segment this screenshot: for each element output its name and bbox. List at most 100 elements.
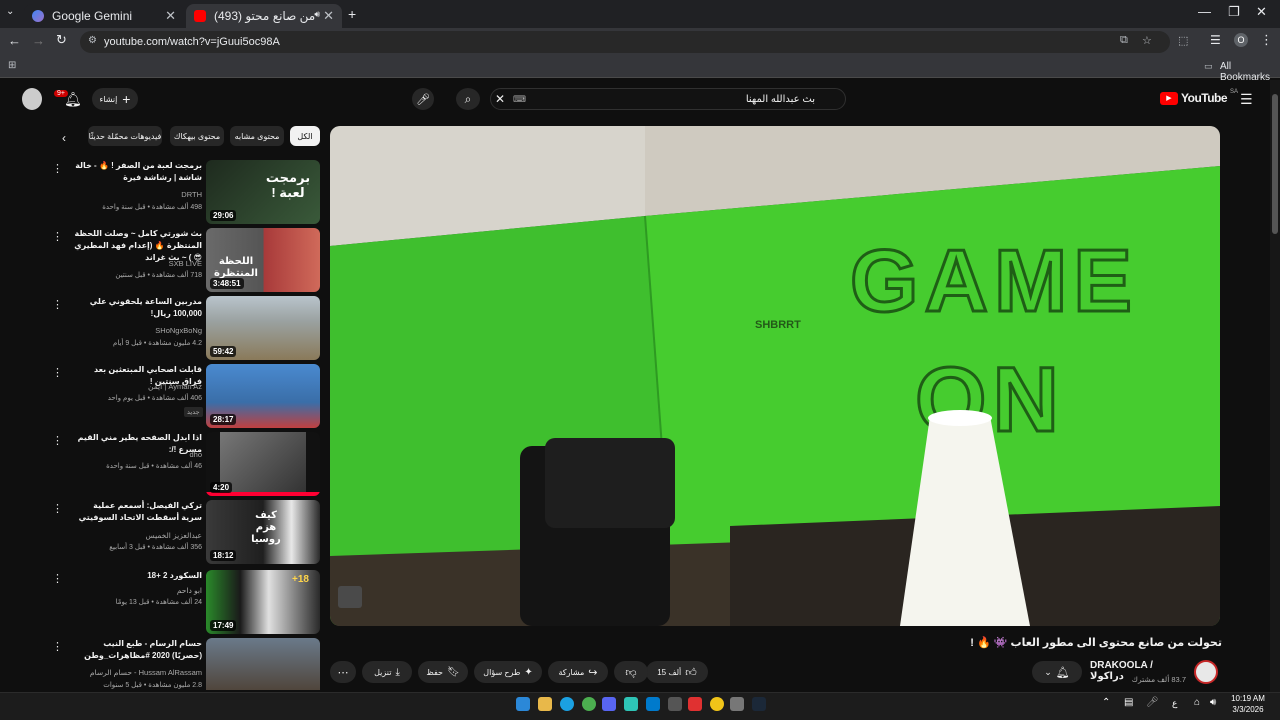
discord-icon[interactable]: [602, 697, 616, 711]
menu-kebab-icon[interactable]: ⋮: [1260, 32, 1273, 48]
steam-icon[interactable]: [752, 697, 766, 711]
apps-grid-icon[interactable]: ⊞: [8, 60, 16, 71]
dislike-button[interactable]: 👎︎: [614, 661, 648, 683]
search-input[interactable]: بث عبدالله المهنا ✕ ⌨: [490, 88, 846, 110]
more-options-icon[interactable]: ⋮: [52, 366, 63, 379]
more-options-icon[interactable]: ⋮: [52, 434, 63, 447]
like-button[interactable]: 15 ألف 👍︎: [646, 661, 708, 683]
scrollbar-thumb[interactable]: [1272, 94, 1278, 234]
address-bar[interactable]: ⚙︎ youtube.com/watch?v=jGuui5oc98A ⧉ ☆ ⬚: [80, 31, 1188, 53]
app-icon[interactable]: [624, 697, 638, 711]
chip-recently-uploaded[interactable]: فيديوهات محمّلة حديثًا: [88, 126, 162, 146]
system-clock[interactable]: 10:19 AM 3/3/2026: [1226, 693, 1270, 715]
profile-avatar[interactable]: O: [1234, 33, 1248, 47]
adobe-icon[interactable]: [688, 697, 702, 711]
minimize-icon[interactable]: —: [1198, 4, 1211, 19]
tab-search-icon[interactable]: ⌄: [6, 6, 14, 17]
keyboard-icon[interactable]: ⌨: [513, 94, 526, 105]
list-item[interactable]: 4:20 اذا ابدل الصفحه يطير مني القيم مسرع…: [48, 432, 320, 496]
more-actions-button[interactable]: ⋯: [330, 661, 356, 683]
more-options-icon[interactable]: ⋮: [52, 640, 63, 653]
microphone-icon[interactable]: 🎤︎: [1146, 697, 1159, 708]
windows-start-icon[interactable]: [516, 697, 530, 711]
maximize-icon[interactable]: ❐: [1228, 4, 1240, 20]
list-item[interactable]: برمجت لعبة ! 29:06 برمجت لعبة من الصفر !…: [48, 160, 320, 224]
reload-icon[interactable]: ↻: [56, 32, 67, 48]
site-info-icon[interactable]: ⚙︎: [88, 35, 97, 46]
language-indicator[interactable]: ع: [1172, 698, 1177, 709]
channel-name[interactable]: dho: [72, 450, 202, 459]
settings-icon[interactable]: [668, 697, 682, 711]
hamburger-menu-icon[interactable]: ☰: [1240, 91, 1253, 108]
subscriber-count: 83.7 ألف مشترك: [1131, 675, 1186, 684]
thumbnail[interactable]: [206, 638, 320, 690]
list-item[interactable]: 28:17 قابلت اصحابي المبتعثين بعد فراق سن…: [48, 364, 320, 428]
window-close-icon[interactable]: ✕: [1256, 4, 1267, 20]
save-button[interactable]: حفظ 🔖︎: [418, 661, 468, 683]
network-icon[interactable]: ⌂: [1194, 697, 1200, 708]
channel-name[interactable]: SHoNgxBoNg: [72, 326, 202, 335]
channel-name[interactable]: Ayman Az | أيمن: [72, 382, 202, 391]
gemini-icon: [32, 10, 44, 22]
like-count: 15 ألف: [657, 667, 682, 677]
app-icon[interactable]: [710, 697, 724, 711]
tab-google-gemini[interactable]: Google Gemini ✕: [24, 4, 184, 28]
search-button[interactable]: ⌕: [456, 88, 480, 110]
video-player[interactable]: GAME ON SHBRRT: [330, 126, 1220, 626]
duration-badge: 29:06: [210, 210, 237, 221]
cast-icon[interactable]: ⧉: [1120, 34, 1128, 47]
bookmark-star-icon[interactable]: ☆: [1142, 34, 1152, 47]
file-explorer-icon[interactable]: [538, 697, 552, 711]
chip-similar[interactable]: محتوى مشابه: [230, 126, 284, 146]
channel-name[interactable]: DRTH: [72, 190, 202, 199]
forward-icon[interactable]: →: [32, 33, 45, 48]
channel-name[interactable]: عبدالعزيز الخميس: [72, 531, 202, 540]
channel-name[interactable]: Hussam AlRassam - حسام الرسام: [72, 668, 202, 677]
tab-youtube[interactable]: (493) تحولت من صانع محتو 🔊︎ ✕: [186, 4, 342, 28]
tray-app-icon[interactable]: ▤: [1124, 697, 1133, 708]
channel-name[interactable]: SXB LIVE: [72, 259, 202, 268]
share-button[interactable]: مشاركة ↪: [548, 661, 608, 683]
back-icon[interactable]: ←: [8, 33, 21, 48]
list-item[interactable]: 59:42 مدربين الساعة يلحقوني علي 100,000 …: [48, 296, 320, 360]
vscode-icon[interactable]: [646, 697, 660, 711]
list-item[interactable]: اللحظة المنتظرة 3:48:51 بث شورتي كامل ~ …: [48, 228, 320, 292]
chip-related[interactable]: محتوى بيهكاك: [170, 126, 224, 146]
more-options-icon[interactable]: ⋮: [52, 502, 63, 515]
close-icon[interactable]: ✕: [495, 92, 505, 106]
clock-date: 3/3/2026: [1232, 705, 1264, 714]
new-tab-icon[interactable]: +: [348, 6, 356, 22]
chevron-left-icon[interactable]: ‹: [62, 131, 66, 145]
video-title: تركي الفيصل: أسمعم عملية سرية أسقطت الات…: [78, 501, 202, 522]
list-item[interactable]: حسام الرسام - طبع النيب (حصريًا) 2020 #م…: [48, 638, 320, 690]
reading-list-icon[interactable]: ☰: [1210, 33, 1221, 47]
channel-name[interactable]: ابو داحم: [72, 586, 202, 595]
extensions-icon[interactable]: ⬚: [1178, 34, 1188, 47]
speaker-icon[interactable]: 🔊︎: [314, 9, 320, 20]
chip-all[interactable]: الكل: [290, 126, 320, 146]
list-item[interactable]: +18 17:49 السكورد 2 +18 ابو داحم 24 ألف …: [48, 570, 320, 634]
chrome-icon[interactable]: [582, 697, 596, 711]
more-options-icon[interactable]: ⋮: [52, 230, 63, 243]
subscribed-button[interactable]: ⌄ 🔔︎: [1032, 661, 1082, 683]
tray-chevron-icon[interactable]: ⌃: [1102, 697, 1110, 708]
more-options-icon[interactable]: ⋮: [52, 298, 63, 311]
youtube-favicon-icon: [194, 10, 206, 22]
download-button[interactable]: تنزيل ⤓: [362, 661, 412, 683]
volume-icon[interactable]: 🔊︎: [1210, 697, 1216, 708]
list-item[interactable]: كيف هزم روسيا 18:12 تركي الفيصل: أسمعم ع…: [48, 500, 320, 564]
close-tab-icon[interactable]: ✕: [323, 8, 334, 24]
edge-icon[interactable]: [560, 697, 574, 711]
video-meta: 4.2 مليون مشاهدة • قبل 9 أيام: [113, 340, 202, 347]
download-label: تنزيل: [374, 667, 392, 677]
app-icon[interactable]: [730, 697, 744, 711]
channel-avatar[interactable]: [1194, 660, 1218, 684]
more-options-icon[interactable]: ⋮: [52, 162, 63, 175]
user-avatar[interactable]: [22, 88, 42, 110]
close-tab-icon[interactable]: ✕: [165, 8, 176, 24]
ask-button[interactable]: طرح سؤال ✦: [474, 661, 542, 683]
youtube-logo[interactable]: ▶ YouTube SA: [1160, 89, 1238, 105]
voice-search-icon[interactable]: 🎤︎: [412, 88, 434, 110]
create-button[interactable]: إنشاء +: [92, 88, 138, 110]
more-options-icon[interactable]: ⋮: [52, 572, 63, 585]
